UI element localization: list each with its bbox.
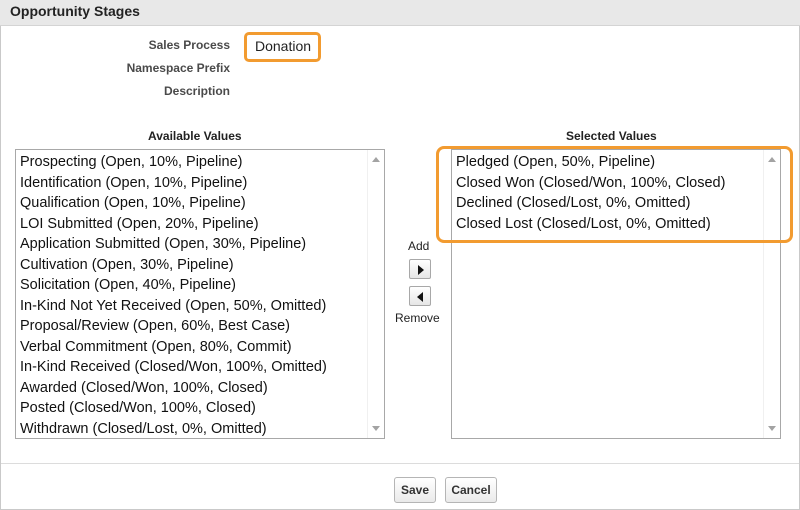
sales-process-label: Sales Process xyxy=(148,38,230,52)
list-item[interactable]: Solicitation (Open, 40%, Pipeline) xyxy=(20,275,236,295)
list-item[interactable]: Application Submitted (Open, 30%, Pipeli… xyxy=(20,234,306,254)
arrow-left-icon xyxy=(417,292,423,302)
list-item[interactable]: In-Kind Received (Closed/Won, 100%, Omit… xyxy=(20,357,327,377)
available-values-title: Available Values xyxy=(148,129,242,143)
remove-button[interactable] xyxy=(409,286,431,306)
save-button[interactable]: Save xyxy=(394,477,436,503)
list-item[interactable]: Identification (Open, 10%, Pipeline) xyxy=(20,173,247,193)
list-item[interactable]: Verbal Commitment (Open, 80%, Commit) xyxy=(20,337,292,357)
list-item[interactable]: In-Kind Not Yet Received (Open, 50%, Omi… xyxy=(20,296,326,316)
list-item[interactable]: Posted (Closed/Won, 100%, Closed) xyxy=(20,398,256,418)
available-values-list[interactable]: Prospecting (Open, 10%, Pipeline) Identif… xyxy=(15,149,385,439)
list-item[interactable]: Prospecting (Open, 10%, Pipeline) xyxy=(20,152,242,172)
scroll-up-icon[interactable] xyxy=(372,157,380,162)
selected-values-title: Selected Values xyxy=(566,129,657,143)
list-item[interactable]: Cultivation (Open, 30%, Pipeline) xyxy=(20,255,234,275)
cancel-button[interactable]: Cancel xyxy=(445,477,497,503)
list-item[interactable]: Withdrawn (Closed/Lost, 0%, Omitted) xyxy=(20,419,267,439)
scroll-down-icon[interactable] xyxy=(372,426,380,431)
list-item[interactable]: Proposal/Review (Open, 60%, Best Case) xyxy=(20,316,290,336)
selected-values-highlight xyxy=(436,146,793,243)
section-header: Opportunity Stages xyxy=(0,0,800,26)
add-button[interactable] xyxy=(409,259,431,279)
remove-label: Remove xyxy=(395,311,440,325)
description-label: Description xyxy=(163,84,230,98)
add-label: Add xyxy=(408,239,430,253)
scroll-down-icon[interactable] xyxy=(768,426,776,431)
arrow-right-icon xyxy=(418,265,424,275)
sales-process-highlight xyxy=(244,32,321,62)
list-item[interactable]: LOI Submitted (Open, 20%, Pipeline) xyxy=(20,214,259,234)
section-title: Opportunity Stages xyxy=(10,3,140,19)
namespace-prefix-label: Namespace Prefix xyxy=(126,61,230,75)
list-item[interactable]: Awarded (Closed/Won, 100%, Closed) xyxy=(20,378,268,398)
list-item[interactable]: Qualification (Open, 10%, Pipeline) xyxy=(20,193,246,213)
available-scrollbar[interactable] xyxy=(367,150,384,438)
